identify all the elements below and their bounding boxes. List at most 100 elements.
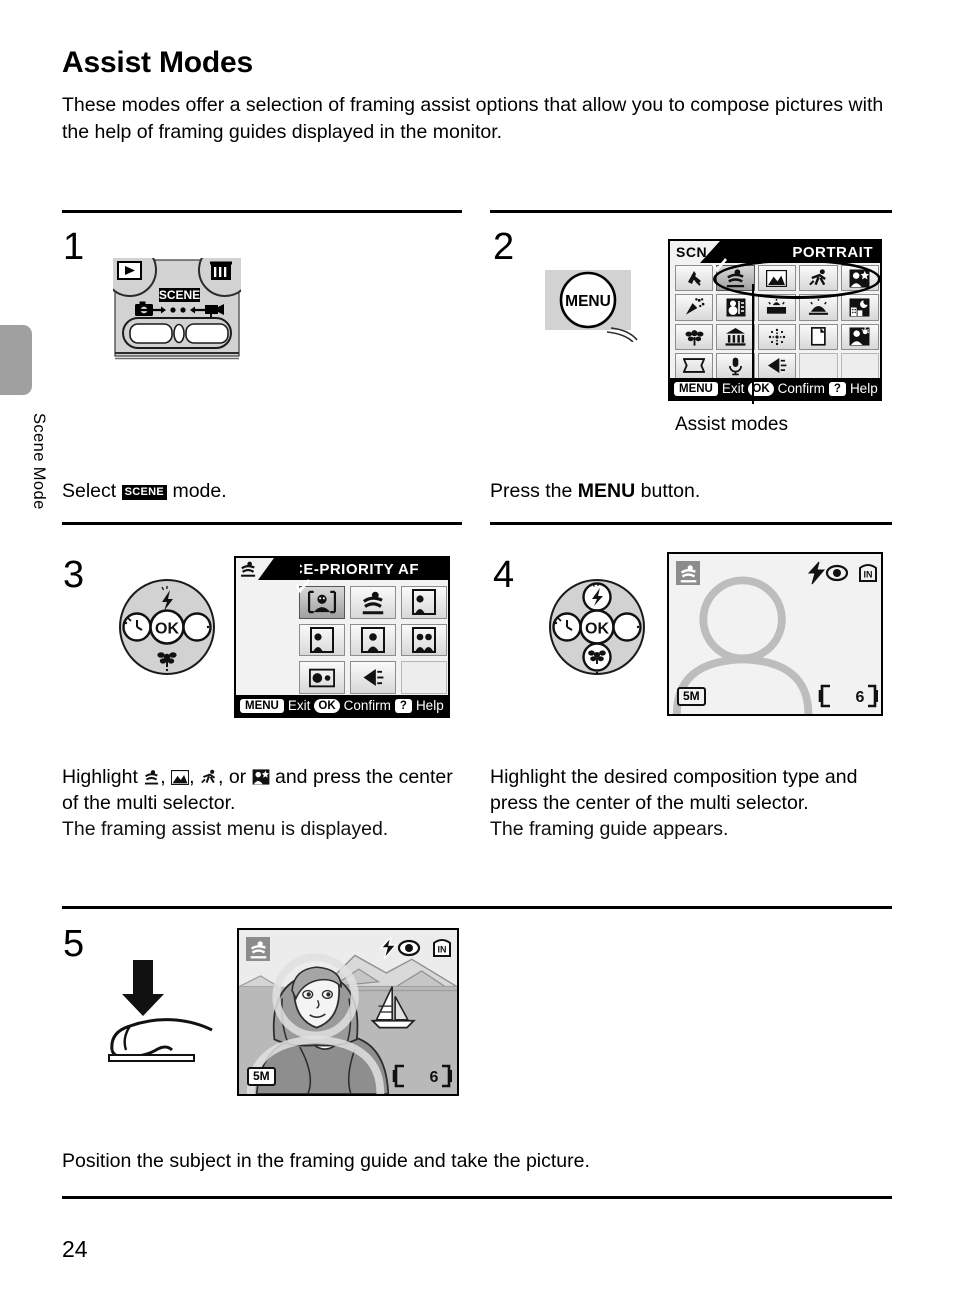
scene-item-night-portrait[interactable] xyxy=(840,265,879,292)
scene-item-landscape[interactable] xyxy=(757,265,797,292)
scene-item-party-left[interactable] xyxy=(675,265,714,292)
footer-key-ok: OK xyxy=(314,698,340,713)
footer-label-help: Help xyxy=(415,698,444,713)
assist-item-face-priority-af[interactable] xyxy=(295,579,345,619)
assist-item-portrait[interactable] xyxy=(350,586,396,619)
assist-item-portrait-right[interactable] xyxy=(299,623,345,657)
hand-pressing-shutter-illustration xyxy=(100,958,225,1068)
assist-modes-annotation: Assist modes xyxy=(675,414,788,435)
step-1-caption: Select SCENE mode. xyxy=(62,478,462,504)
scene-menu-footer: MENU Exit OK Confirm ? Help xyxy=(670,378,880,399)
assist-item-empty xyxy=(401,661,447,694)
scene-item-night-landscape[interactable] xyxy=(840,294,879,321)
ok-button-label: OK xyxy=(155,621,179,638)
scene-item-portrait-assist[interactable] xyxy=(712,258,755,292)
scene-item-empty-1 xyxy=(799,352,838,379)
step-2-number: 2 xyxy=(493,226,515,268)
captured-photo-screen: IN 5M 6 xyxy=(237,928,459,1096)
check-icon xyxy=(295,579,311,594)
framing-assist-grid xyxy=(295,579,447,694)
internal-memory-icon: IN xyxy=(433,939,451,957)
scene-item-close-up[interactable] xyxy=(675,323,714,350)
framing-assist-menu-screen: FACE-PRIORITY AF MENU Exit OK Confirm ? … xyxy=(234,556,450,718)
scn-tag-corner: SCN xyxy=(670,241,750,263)
scene-item-party[interactable] xyxy=(675,294,714,321)
scene-menu-title: PORTRAIT xyxy=(792,243,873,261)
footer-label-exit: Exit xyxy=(721,381,745,396)
assist-item-portrait-closeup[interactable] xyxy=(299,661,345,694)
step-2-caption-post: button. xyxy=(635,480,701,502)
shots-remaining-count: 6 xyxy=(430,1069,439,1086)
footer-label-help: Help xyxy=(849,381,878,396)
framing-assist-footer: MENU Exit OK Confirm ? Help xyxy=(236,695,448,716)
scene-item-sports[interactable] xyxy=(799,265,838,292)
menu-button-illustration: MENU xyxy=(545,270,641,347)
step-3-caption-mid: , or xyxy=(217,766,252,788)
scene-item-panorama[interactable] xyxy=(675,352,714,379)
scn-tag-label: SCN xyxy=(676,244,707,260)
multi-selector-step3: OK xyxy=(118,578,216,681)
scene-item-sunset[interactable] xyxy=(757,294,797,321)
step-4-number: 4 xyxy=(493,554,515,596)
footer-key-help: ? xyxy=(828,381,846,396)
footer-label-confirm: Confirm xyxy=(343,698,391,713)
scene-item-backlight[interactable] xyxy=(840,323,879,350)
mode-badge-portrait-assist xyxy=(246,937,270,961)
image-size-badge: 5M xyxy=(247,1067,276,1086)
step-1-number: 1 xyxy=(63,226,85,268)
step-5-caption: Position the subject in the framing guid… xyxy=(62,1150,590,1172)
divider-footer xyxy=(62,1196,892,1199)
assist-item-back-arrow[interactable] xyxy=(350,661,396,694)
scene-badge: SCENE xyxy=(121,485,168,500)
step-3-caption-pre: Highlight xyxy=(62,766,144,788)
scene-item-empty-2 xyxy=(840,352,879,379)
intro-paragraph: These modes offer a selection of framing… xyxy=(62,94,884,143)
svg-text:SCENE: SCENE xyxy=(159,288,200,302)
step-3-caption-sub: The framing assist menu is displayed. xyxy=(62,818,389,840)
portrait-icon xyxy=(145,770,159,785)
svg-text:IN: IN xyxy=(438,945,447,955)
divider-step5 xyxy=(62,906,892,909)
right-button xyxy=(182,612,212,642)
step-4-caption: Highlight the desired composition type a… xyxy=(490,764,900,842)
step-4-caption-main: Highlight the desired composition type a… xyxy=(490,766,858,814)
flash-redeye-icon xyxy=(807,561,849,585)
svg-text:IN: IN xyxy=(864,570,873,580)
divider-step3 xyxy=(62,522,462,525)
scene-item-flash-setting[interactable] xyxy=(757,352,797,379)
scene-item-copy[interactable] xyxy=(799,323,838,350)
scene-item-museum[interactable] xyxy=(716,323,755,350)
scene-menu-screen: SCN PORTRAIT MENU Exit OK Confirm ? Help xyxy=(668,239,882,401)
scene-menu-grid xyxy=(675,258,879,379)
battery-icon xyxy=(392,1064,404,1088)
assist-item-portrait-center[interactable] xyxy=(350,623,396,657)
step-3-caption: Highlight , , , or and press the center … xyxy=(62,764,472,842)
step-1-caption-post: mode. xyxy=(167,480,227,502)
divider-step1 xyxy=(62,210,462,213)
portrait-assist-tag xyxy=(236,558,300,580)
framing-assist-titlebar: FACE-PRIORITY AF xyxy=(236,558,448,580)
scene-item-dusk-dawn[interactable] xyxy=(799,294,838,321)
internal-memory-icon: IN xyxy=(859,564,877,582)
scene-item-voice-recording[interactable] xyxy=(716,352,755,379)
step-2-caption-pre: Press the xyxy=(490,480,578,502)
assist-item-portrait-left[interactable] xyxy=(401,586,447,619)
scene-item-beach-snow[interactable] xyxy=(716,294,755,321)
section-tab-label: Scene Mode xyxy=(30,413,48,510)
step-4-caption-sub: The framing guide appears. xyxy=(490,818,729,840)
scene-item-fireworks[interactable] xyxy=(757,323,797,350)
step-5-number: 5 xyxy=(63,923,85,965)
footer-key-help: ? xyxy=(394,698,412,713)
page-title: Assist Modes xyxy=(62,46,253,79)
sports-icon xyxy=(201,769,216,784)
landscape-icon xyxy=(170,769,190,786)
image-size-badge: 5M xyxy=(677,687,706,706)
image-size-label: 5M xyxy=(683,689,700,703)
image-size-label: 5M xyxy=(253,1069,270,1083)
page-number: 24 xyxy=(62,1236,88,1262)
shots-remaining-count: 6 xyxy=(856,689,865,706)
assist-item-portrait-two[interactable] xyxy=(401,623,447,657)
section-tab xyxy=(0,325,32,395)
assist-modes-leader-line xyxy=(752,284,754,404)
night-portrait-icon xyxy=(252,769,269,785)
